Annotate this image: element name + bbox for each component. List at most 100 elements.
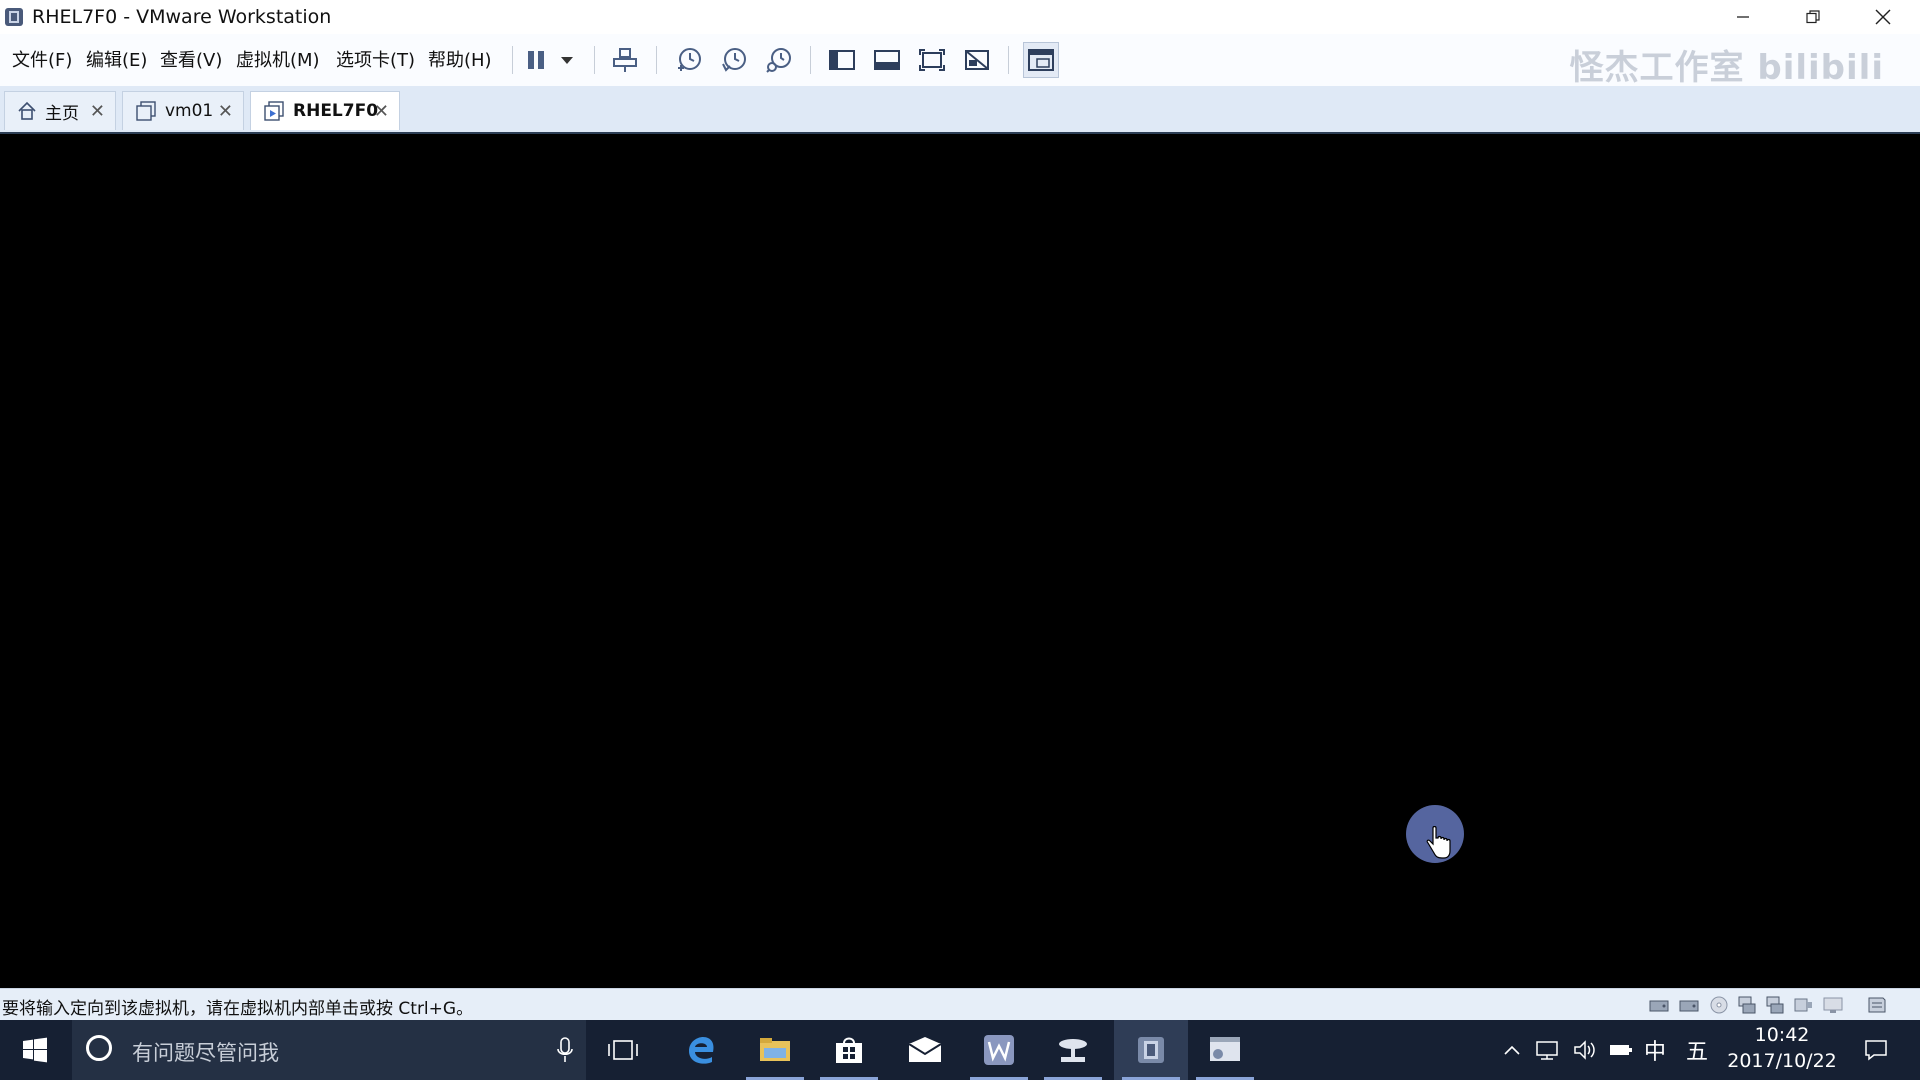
vm-icon xyxy=(136,101,156,121)
send-ctrl-alt-del-icon xyxy=(613,48,637,72)
start-button[interactable] xyxy=(0,1020,70,1080)
menu-help[interactable]: 帮助(H) xyxy=(428,46,492,72)
vmware-app[interactable] xyxy=(1114,1020,1188,1080)
hand-cursor-icon xyxy=(1426,826,1451,859)
restore-button[interactable] xyxy=(1778,0,1848,34)
restore-icon xyxy=(1806,10,1820,24)
send-ctrl-alt-del-button[interactable] xyxy=(607,42,643,78)
vmware-app-icon xyxy=(5,8,23,26)
power-tray-button[interactable] xyxy=(1604,1020,1638,1080)
cortana-search-box[interactable]: 有问题尽管问我 xyxy=(72,1020,586,1080)
close-button[interactable] xyxy=(1848,0,1918,34)
show-hidden-icons-button[interactable] xyxy=(1498,1020,1526,1080)
volume-tray-button[interactable] xyxy=(1568,1020,1602,1080)
snapshot-manager-button[interactable] xyxy=(761,42,797,78)
vmware-icon xyxy=(1138,1037,1164,1063)
hard-disk-icon[interactable] xyxy=(1648,995,1670,1015)
cortana-icon xyxy=(86,1035,112,1061)
ime-language-button[interactable]: 中 xyxy=(1640,1020,1670,1080)
console-view-button[interactable] xyxy=(869,42,905,78)
network-tool-icon xyxy=(1059,1039,1087,1062)
watermark: 怪杰工作室 bilibili xyxy=(1569,48,1884,88)
wps-writer-icon xyxy=(984,1035,1014,1065)
toolbar-separator xyxy=(512,46,513,74)
title-bar: RHEL7F0 - VMware Workstation xyxy=(0,0,1920,34)
network-adapter-icon[interactable] xyxy=(1736,995,1758,1015)
message-log-icon[interactable] xyxy=(1866,995,1888,1015)
unity-icon xyxy=(965,50,989,70)
toolbar-separator xyxy=(1008,46,1009,74)
tab-label: RHEL7F0 xyxy=(293,101,379,121)
network-tool-app[interactable] xyxy=(1036,1020,1110,1080)
store-icon xyxy=(836,1037,862,1063)
wps-writer-app[interactable] xyxy=(962,1020,1036,1080)
notification-icon xyxy=(1865,1040,1887,1061)
window-title: RHEL7F0 - VMware Workstation xyxy=(32,6,332,28)
pause-button[interactable] xyxy=(518,42,554,78)
menu-view[interactable]: 查看(V) xyxy=(160,46,222,72)
edge-app[interactable] xyxy=(664,1020,738,1080)
menu-toolbar: 文件(F) 编辑(E) 查看(V) 虚拟机(M) 选项卡(T) 帮助(H) 怪杰… xyxy=(0,34,1920,88)
status-bar: 要将输入定向到该虚拟机，请在虚拟机内部单击或按 Ctrl+G。 xyxy=(0,988,1920,1021)
unity-button[interactable] xyxy=(959,42,995,78)
full-screen-button[interactable] xyxy=(914,42,950,78)
menu-tabs[interactable]: 选项卡(T) xyxy=(336,46,415,72)
take-snapshot-button[interactable] xyxy=(671,42,707,78)
close-icon xyxy=(1875,9,1891,25)
remote-desktop-app[interactable] xyxy=(1188,1020,1262,1080)
thumbnail-view-button[interactable] xyxy=(1023,42,1059,78)
clock-date: 2017/10/22 xyxy=(1727,1050,1837,1072)
dropdown-arrow-icon xyxy=(561,57,573,64)
snapshot-manager-icon xyxy=(766,48,791,73)
task-view-button[interactable] xyxy=(586,1020,660,1080)
tab-rhel7f0[interactable]: RHEL7F0 ✕ xyxy=(250,91,400,130)
cd-dvd-icon[interactable] xyxy=(1708,995,1730,1015)
network-adapter-2-icon[interactable] xyxy=(1764,995,1786,1015)
chevron-up-icon xyxy=(1504,1045,1520,1055)
thumbnail-view-icon xyxy=(1028,49,1054,71)
edge-icon xyxy=(689,1037,714,1064)
tab-bar: 主页 ✕ vm01 ✕ RHEL7F0 ✕ xyxy=(0,86,1920,134)
usb-icon[interactable] xyxy=(1792,995,1814,1015)
speaker-icon xyxy=(1574,1040,1595,1060)
microphone-icon[interactable] xyxy=(556,1036,574,1064)
tab-label: vm01 xyxy=(165,101,214,121)
full-screen-icon xyxy=(919,49,945,71)
minimize-button[interactable] xyxy=(1708,0,1778,34)
library-view-button[interactable] xyxy=(824,42,860,78)
revert-snapshot-button[interactable] xyxy=(716,42,752,78)
ime-mode-button[interactable]: 五 xyxy=(1682,1020,1712,1080)
display-icon[interactable] xyxy=(1822,995,1844,1015)
home-icon xyxy=(18,101,36,120)
clock-time: 10:42 xyxy=(1754,1024,1810,1046)
windows-logo-icon xyxy=(23,1037,47,1063)
tab-home[interactable]: 主页 ✕ xyxy=(4,91,116,130)
power-dropdown-button[interactable] xyxy=(550,42,584,78)
minimize-icon xyxy=(1737,16,1749,18)
tab-close-icon[interactable]: ✕ xyxy=(218,101,233,122)
task-view-icon xyxy=(608,1040,638,1060)
hard-disk-2-icon[interactable] xyxy=(1678,995,1700,1015)
mail-app[interactable] xyxy=(888,1020,962,1080)
menu-edit[interactable]: 编辑(E) xyxy=(86,46,147,72)
menu-vm[interactable]: 虚拟机(M) xyxy=(236,46,320,72)
library-view-icon xyxy=(829,50,855,70)
toolbar-separator xyxy=(810,46,811,74)
action-center-button[interactable] xyxy=(1852,1020,1900,1080)
windows-taskbar: 有问题尽管问我 中 五 10:42 2017/10/22 xyxy=(0,1020,1920,1080)
store-app[interactable] xyxy=(812,1020,886,1080)
battery-icon xyxy=(1610,1045,1632,1055)
clock[interactable]: 10:42 2017/10/22 xyxy=(1716,1024,1848,1072)
pause-icon xyxy=(528,51,544,69)
vm-running-icon xyxy=(264,101,284,121)
file-explorer-app[interactable] xyxy=(738,1020,812,1080)
network-icon xyxy=(1536,1041,1558,1060)
status-message: 要将输入定向到该虚拟机，请在虚拟机内部单击或按 Ctrl+G。 xyxy=(2,999,474,1019)
tab-close-icon[interactable]: ✕ xyxy=(90,101,105,122)
vm-console-screen[interactable] xyxy=(0,134,1920,988)
tab-vm01[interactable]: vm01 ✕ xyxy=(122,91,244,130)
network-tray-button[interactable] xyxy=(1530,1020,1564,1080)
tab-close-icon[interactable]: ✕ xyxy=(374,101,389,122)
menu-file[interactable]: 文件(F) xyxy=(12,46,72,72)
file-explorer-icon xyxy=(760,1038,790,1061)
